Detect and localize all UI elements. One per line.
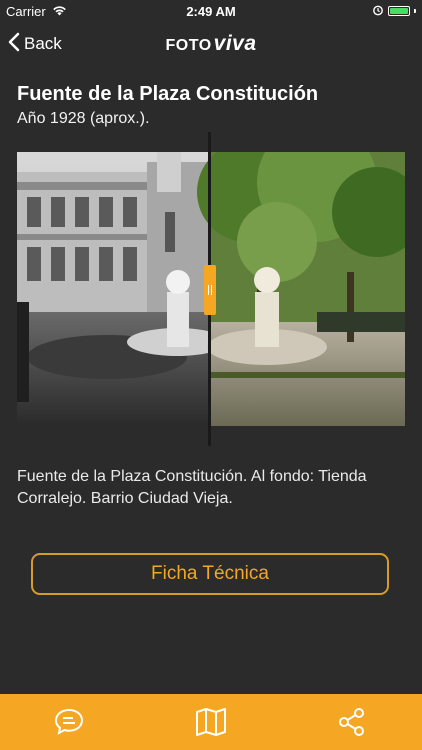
ficha-tecnica-button[interactable]: Ficha Técnica [31, 553, 389, 595]
photo-title: Fuente de la Plaza Constitución [17, 83, 319, 105]
compare-slider-handle[interactable] [204, 265, 216, 315]
chat-icon[interactable] [50, 702, 90, 742]
map-icon[interactable] [191, 702, 231, 742]
photo-description: Fuente de la Plaza Constitución. Al fond… [17, 468, 367, 507]
app-logo: FOTOviva [0, 32, 422, 56]
nav-bar: Back FOTOviva [0, 22, 422, 66]
logo-viva: viva [213, 32, 257, 55]
share-icon[interactable] [332, 702, 372, 742]
status-bar: Carrier 2:49 AM [0, 0, 422, 22]
photo-year: Año 1928 (aprox.). [17, 110, 150, 127]
logo-foto: FOTO [165, 37, 212, 54]
status-time: 2:49 AM [186, 3, 236, 19]
battery-icon [388, 6, 410, 16]
tab-bar [0, 694, 422, 750]
